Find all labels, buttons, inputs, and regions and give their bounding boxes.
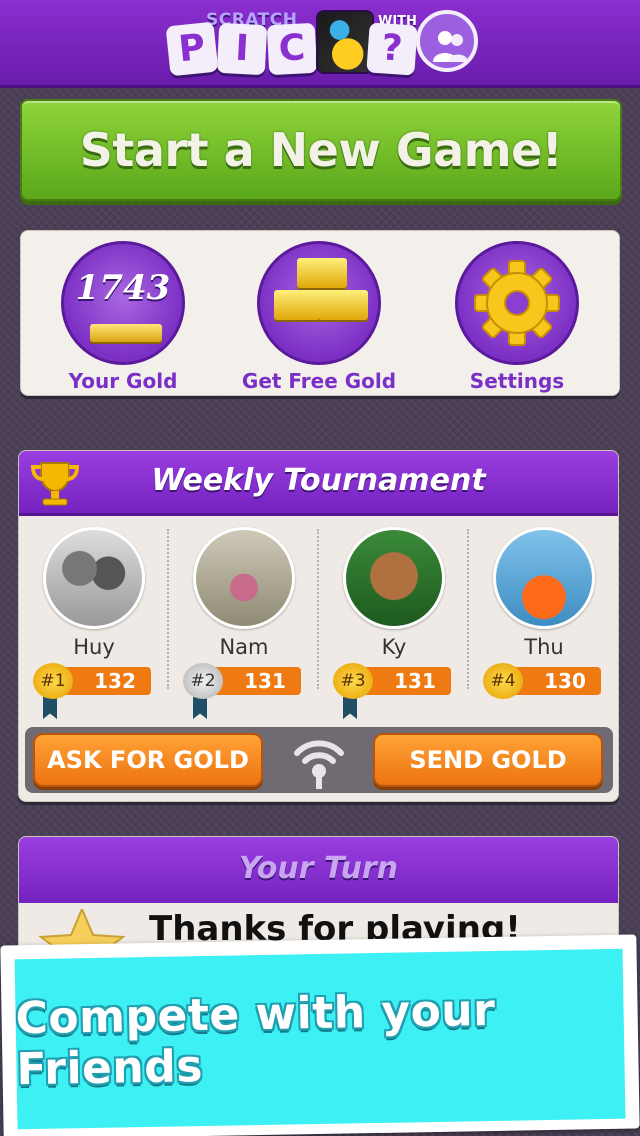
rank-badge: #1 [33,663,73,699]
gold-bar-icon: 1743 [61,241,185,365]
logo-tile-question: ? [366,22,418,76]
start-new-game-button[interactable]: Start a New Game! [20,99,622,201]
logo-tile-c: C [266,22,318,76]
avatar [493,527,595,629]
score-bar: #1 132 [33,663,151,719]
tournament-title: Weekly Tournament [151,463,486,498]
player-score: 132 [94,669,136,693]
parrot-photo-tile [316,10,374,74]
player-name: Huy [73,635,115,659]
player-card[interactable]: Thu #4 130 [469,527,618,707]
score-bar: #4 130 [483,663,601,699]
promo-banner: Compete with your Friends [0,934,640,1136]
gold-actions-bar: ASK FOR GOLD SEND GOLD [25,727,613,793]
start-new-game-label: Start a New Game! [79,123,563,177]
gold-count: 1743 [75,268,171,308]
gold-panel: 1743 Your Gold Get Free Gold Settings [20,230,620,396]
player-name: Nam [219,635,269,659]
player-card[interactable]: Ky #3 131 [319,527,469,719]
get-free-gold-button[interactable]: Get Free Gold [229,241,409,393]
send-gold-button[interactable]: SEND GOLD [373,733,603,787]
weekly-tournament-panel: Weekly Tournament Huy #1 132 Nam #2 131 … [18,450,619,802]
your-gold-label: Your Gold [68,369,178,393]
rank-badge: #2 [183,663,223,699]
signal-icon [294,740,344,789]
player-score: 131 [394,669,436,693]
app-header: SCRATCH WITH P I C ? [0,0,640,88]
gear-icon [455,241,579,365]
player-name: Thu [524,635,564,659]
logo-tile-i: I [216,22,268,76]
avatar [43,527,145,629]
get-free-gold-label: Get Free Gold [241,369,397,393]
avatar [193,527,295,629]
player-score: 130 [544,669,586,693]
rank-badge: #3 [333,663,373,699]
player-name: Ky [381,635,407,659]
app-logo: SCRATCH WITH P I C ? [160,6,480,82]
friends-silhouette-icon [416,10,478,72]
promo-text: Compete with your Friends [15,984,496,1096]
player-card[interactable]: Huy #1 132 [19,527,169,719]
settings-label: Settings [469,369,565,393]
your-gold-button[interactable]: 1743 Your Gold [33,241,213,393]
promo-banner-inner: Compete with your Friends [14,948,626,1130]
avatar [343,527,445,629]
logo-tile-p: P [165,21,219,77]
your-turn-title: Your Turn [238,851,399,886]
rank-badge: #4 [483,663,523,699]
ask-for-gold-button[interactable]: ASK FOR GOLD [33,733,263,787]
score-bar: #3 131 [333,663,451,719]
tournament-header: Weekly Tournament [19,451,618,516]
player-card[interactable]: Nam #2 131 [169,527,319,719]
your-turn-header: Your Turn [19,837,618,903]
gold-stack-icon [257,241,381,365]
player-score: 131 [244,669,286,693]
settings-button[interactable]: Settings [427,241,607,393]
score-bar: #2 131 [183,663,301,719]
